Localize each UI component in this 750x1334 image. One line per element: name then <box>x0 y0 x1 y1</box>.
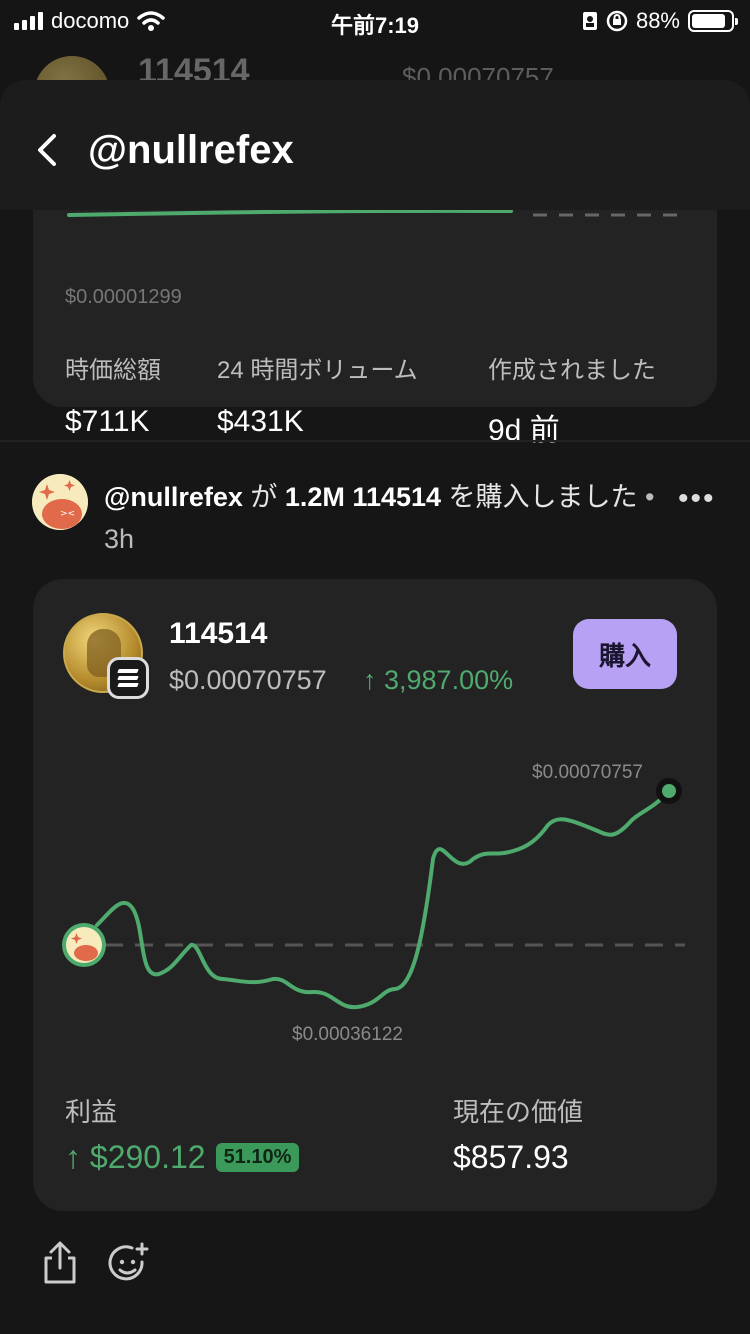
current-value-label: 現在の価値 <box>453 1097 584 1127</box>
post-time: 3h <box>104 524 135 554</box>
chart-low-label: $0.00001299 <box>65 286 182 308</box>
svg-text:><: >< <box>60 509 75 519</box>
stat-value: $431K <box>217 405 304 438</box>
avatar-image: >< <box>32 474 88 530</box>
chart-low-label: $0.00036122 <box>292 1024 403 1045</box>
profit-value: ↑ $290.12 <box>65 1139 206 1175</box>
profit-percent-badge: 51.10% <box>215 1143 300 1172</box>
sim-icon <box>582 12 597 30</box>
post-amount: 1.2M 114514 <box>284 482 442 512</box>
add-reaction-icon[interactable] <box>106 1242 150 1286</box>
created-stat: 作成されました 9d 前 <box>488 350 656 449</box>
post-user-link[interactable]: @nullrefex <box>104 482 243 512</box>
status-right: 88% <box>582 8 738 34</box>
more-horizontal-icon[interactable]: ••• <box>678 482 716 516</box>
market-cap-stat: 時価総額 $711K <box>65 350 161 439</box>
orientation-lock-icon <box>606 10 628 32</box>
token-price: $0.00070757 <box>169 665 327 695</box>
trade-card[interactable]: 114514 $0.00070757 ↑ 3,987.00% 購入 $0.000… <box>33 579 717 1211</box>
avatar[interactable]: >< <box>32 474 88 530</box>
stat-label: 時価総額 <box>65 357 161 384</box>
post-particle: が <box>242 482 285 512</box>
post-text: @nullrefex が 1.2M 114514 を購入しました • 3h <box>104 476 664 560</box>
chevron-left-icon[interactable] <box>30 128 64 172</box>
sheet-header: @nullrefex <box>0 80 750 210</box>
buy-button[interactable]: 購入 <box>573 619 677 689</box>
battery-percent: 88% <box>635 8 680 33</box>
volume-24h-stat: 24 時間ボリューム $431K <box>217 350 418 439</box>
price-chart <box>62 778 685 1010</box>
chart-start-avatar <box>62 923 106 967</box>
stat-label: 作成されました <box>488 357 656 384</box>
share-icon[interactable] <box>40 1240 80 1286</box>
stat-value: $711K <box>65 405 150 438</box>
profit-row: ↑ $290.12 51.10% <box>65 1139 300 1176</box>
solana-chain-icon <box>107 657 149 699</box>
battery-icon <box>688 10 738 32</box>
current-value: $857.93 <box>453 1139 569 1175</box>
stat-label: 24 時間ボリューム <box>217 357 418 384</box>
profit-label: 利益 <box>65 1097 118 1127</box>
token-change: ↑ 3,987.00% <box>363 665 514 695</box>
post-separator: • <box>637 482 655 512</box>
post-action: を購入しました <box>441 482 638 512</box>
stat-value: 9d 前 <box>488 414 560 447</box>
section-divider <box>0 440 750 442</box>
status-bar: docomo 午前7:19 88% <box>0 0 750 40</box>
page-title: @nullrefex <box>88 128 294 172</box>
chart-line <box>95 789 671 1010</box>
token-name: 114514 <box>169 617 268 650</box>
profile-sheet: @nullrefex $0.00001299 時価総額 $711K 24 時間ボ… <box>0 80 750 1334</box>
